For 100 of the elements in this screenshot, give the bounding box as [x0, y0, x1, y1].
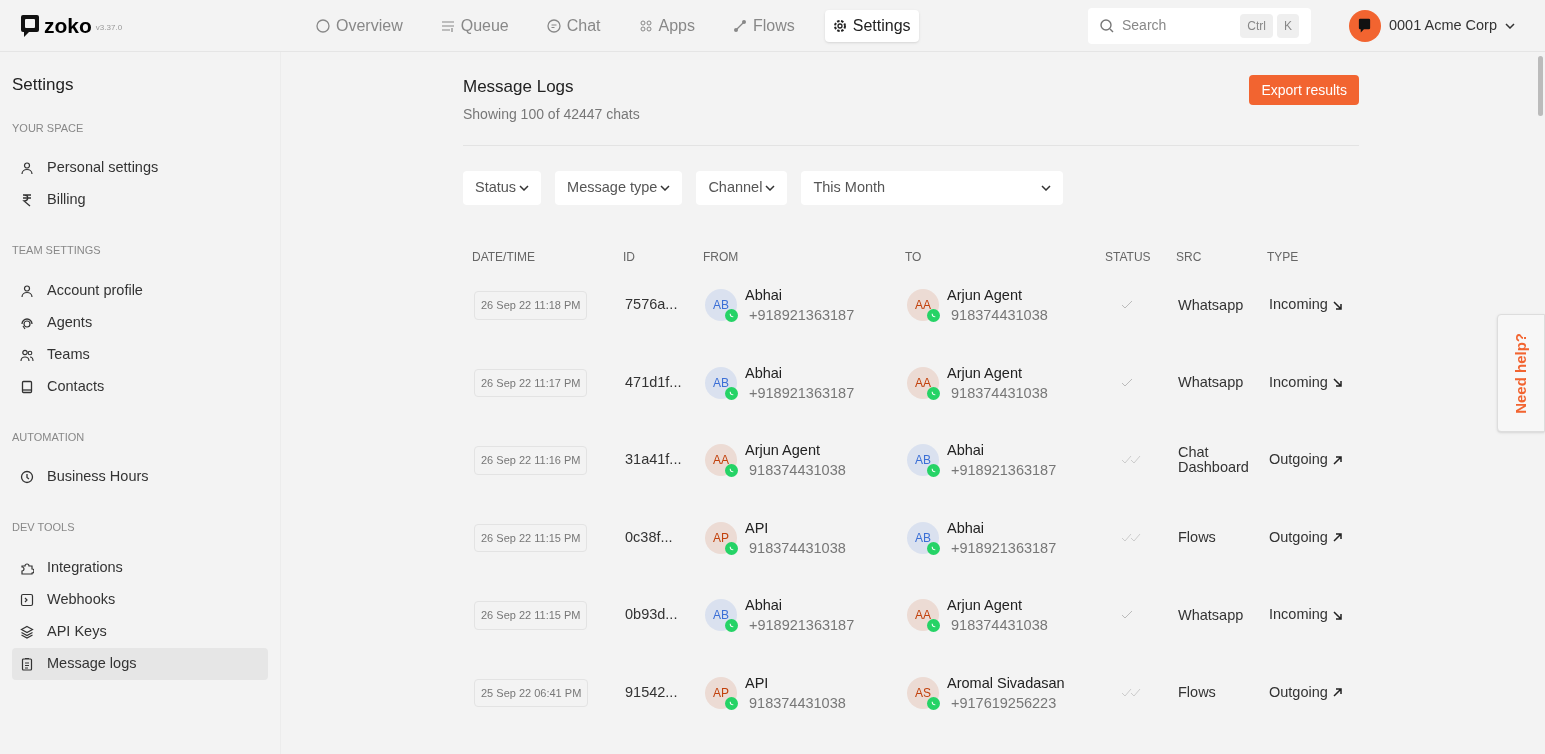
- circle-icon: [316, 18, 330, 33]
- filter-dropdown[interactable]: Status: [463, 170, 542, 205]
- rupee-icon: [20, 193, 34, 207]
- people-icon: [20, 347, 34, 362]
- account-name[interactable]: 0001 Acme Corp: [1389, 14, 1497, 37]
- date-range-dropdown[interactable]: This Month: [801, 170, 1064, 205]
- message-id: 471d1f...: [625, 372, 683, 392]
- column-header: DATE/TIME: [472, 248, 537, 266]
- contact-name: Abhai: [947, 441, 986, 461]
- scrollbar-thumb[interactable]: [1538, 56, 1543, 116]
- person-icon: [20, 283, 34, 298]
- column-header: SRC: [1176, 248, 1203, 266]
- whatsapp-icon: [725, 541, 738, 555]
- contact-avatar: AS: [907, 676, 939, 709]
- source-label: Whatsapp: [1178, 375, 1245, 391]
- datetime-tag: 26 Sep 22 11:15 PM: [474, 601, 588, 630]
- column-header: FROM: [703, 248, 740, 266]
- whatsapp-icon: [927, 386, 940, 400]
- whatsapp-icon: [927, 541, 940, 555]
- whatsapp-icon: [927, 464, 940, 478]
- search-input[interactable]: Search: [1122, 15, 1233, 36]
- message-type: Incoming: [1269, 605, 1328, 625]
- whatsapp-icon: [927, 619, 940, 633]
- contact-name: Aromal Sivadasan: [947, 673, 1065, 693]
- list-icon: [440, 18, 455, 33]
- sidebar-item[interactable]: Billing: [12, 184, 268, 216]
- sidebar-item[interactable]: Teams: [12, 338, 268, 371]
- column-header: STATUS: [1105, 248, 1152, 266]
- sidebar-item[interactable]: Account profile: [12, 274, 268, 307]
- sidebar-item[interactable]: Contacts: [12, 370, 268, 403]
- whatsapp-icon: [927, 309, 940, 323]
- column-header: ID: [623, 248, 636, 266]
- contact-name: API: [745, 673, 770, 693]
- contact-name: Abhai: [745, 363, 784, 383]
- contact-name: Arjun Agent: [745, 441, 821, 461]
- contact-name: Abhai: [947, 518, 986, 538]
- contact-name: Abhai: [745, 286, 784, 306]
- version-label: v3.37.0: [95, 21, 123, 34]
- message-type: Outgoing: [1269, 527, 1328, 547]
- datetime-tag: 26 Sep 22 11:17 PM: [474, 368, 588, 397]
- contact-phone: +918921363187: [748, 383, 855, 403]
- sidebar-title: Settings: [12, 74, 75, 96]
- chevron-down-icon: [519, 184, 530, 191]
- contact-name: Arjun Agent: [947, 286, 1023, 306]
- message-id: 0b93d...: [625, 605, 679, 625]
- datetime-tag: 26 Sep 22 11:15 PM: [474, 523, 588, 552]
- datetime-tag: 26 Sep 22 11:18 PM: [474, 291, 588, 320]
- puzzle-icon: [20, 560, 34, 575]
- contact-avatar: AB: [705, 289, 737, 322]
- shortcut-key: Ctrl: [1240, 13, 1273, 38]
- contact-avatar: AA: [907, 289, 939, 322]
- whatsapp-icon: [725, 464, 738, 478]
- contact-avatar: AP: [705, 521, 737, 554]
- chevron-down-icon[interactable]: [1505, 22, 1515, 29]
- contact-phone: +918921363187: [748, 306, 855, 326]
- contact-avatar: AB: [705, 366, 737, 399]
- section-heading: DEV TOOLS: [12, 520, 76, 535]
- clipboard-icon: [20, 656, 34, 671]
- chevron-down-icon: [765, 184, 776, 191]
- contact-phone: 918374431038: [950, 306, 1048, 326]
- headset-icon: [20, 315, 34, 330]
- contact-phone: +918921363187: [950, 461, 1057, 481]
- section-heading: YOUR SPACE: [12, 120, 85, 136]
- flow-icon: [733, 18, 747, 33]
- contact-phone: +918921363187: [748, 616, 855, 636]
- sidebar-item[interactable]: Message logs: [12, 647, 268, 680]
- datetime-tag: 26 Sep 22 11:16 PM: [474, 446, 588, 475]
- sidebar-item[interactable]: Personal settings: [12, 152, 268, 184]
- datetime-tag: 25 Sep 22 06:41 PM: [474, 678, 589, 707]
- terminal-icon: [20, 592, 34, 607]
- sidebar-item[interactable]: Integrations: [12, 551, 268, 584]
- chevron-down-icon: [1041, 184, 1052, 191]
- source-label: Whatsapp: [1178, 297, 1245, 313]
- message-id: 31a41f...: [625, 450, 683, 470]
- source-label: Flows: [1178, 685, 1217, 701]
- contact-phone: 918374431038: [748, 461, 846, 481]
- section-heading: AUTOMATION: [12, 429, 86, 445]
- section-heading: TEAM SETTINGS: [12, 243, 102, 258]
- whatsapp-icon: [725, 386, 738, 400]
- account-avatar[interactable]: [1349, 9, 1381, 42]
- message-type: Outgoing: [1269, 450, 1328, 470]
- whatsapp-icon: [725, 696, 738, 710]
- nav-tab[interactable]: Settings: [824, 9, 919, 42]
- filter-dropdown[interactable]: Message type: [555, 170, 683, 205]
- filter-dropdown[interactable]: Channel: [696, 170, 788, 205]
- contact-avatar: AB: [907, 521, 939, 554]
- whatsapp-icon: [725, 309, 738, 323]
- page-subtitle: Showing 100 of 42447 chats: [463, 104, 640, 124]
- contact-name: Arjun Agent: [947, 363, 1023, 383]
- source-label: Chat Dashboard: [1178, 445, 1250, 476]
- sidebar-item[interactable]: Business Hours: [12, 461, 268, 493]
- contact-name: Abhai: [745, 596, 784, 616]
- message-id: 0c38f...: [625, 527, 674, 547]
- sidebar-item[interactable]: Webhooks: [12, 583, 268, 616]
- contact-avatar: AA: [907, 599, 939, 632]
- sidebar-item[interactable]: Agents: [12, 306, 268, 339]
- message-id: 91542...: [625, 682, 679, 702]
- page-title: Message Logs: [463, 76, 575, 98]
- sidebar-item[interactable]: API Keys: [12, 615, 268, 648]
- contact-phone: 918374431038: [748, 538, 846, 558]
